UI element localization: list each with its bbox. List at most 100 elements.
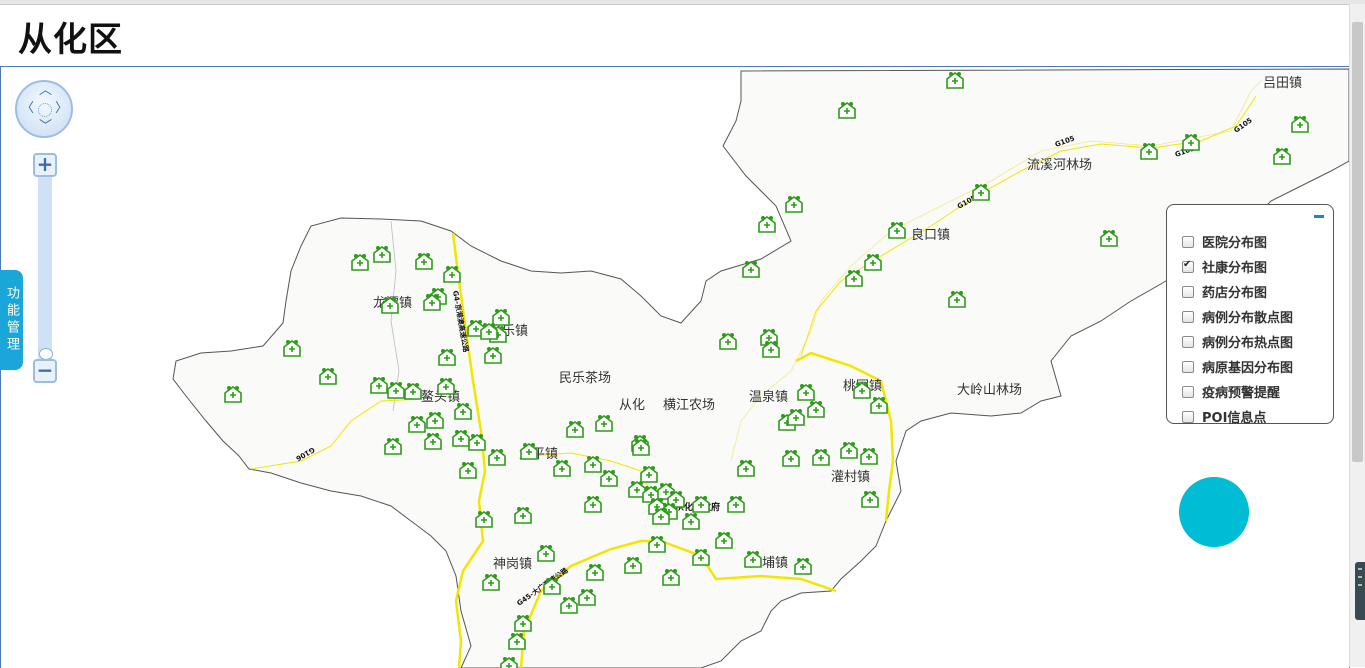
community-health-icon[interactable]	[727, 496, 745, 513]
zoom-slider-track[interactable]	[38, 176, 52, 360]
community-health-icon[interactable]	[514, 507, 532, 524]
community-health-icon[interactable]	[373, 246, 391, 263]
scrollbar-thumb[interactable]	[1352, 22, 1363, 462]
community-health-icon[interactable]	[584, 456, 602, 473]
zoom-in-button[interactable]: +	[33, 153, 57, 177]
community-health-icon[interactable]	[692, 496, 710, 513]
community-health-icon[interactable]	[553, 460, 571, 477]
layer-checkbox[interactable]	[1182, 360, 1194, 373]
community-health-icon[interactable]	[423, 294, 441, 311]
community-health-icon[interactable]	[283, 340, 301, 357]
community-health-icon[interactable]	[861, 491, 879, 508]
community-health-icon[interactable]	[595, 415, 613, 432]
community-health-icon[interactable]	[797, 384, 815, 401]
community-health-icon[interactable]	[845, 270, 863, 287]
community-health-icon[interactable]	[492, 309, 510, 326]
layer-checkbox[interactable]	[1182, 335, 1194, 348]
community-health-icon[interactable]	[624, 557, 642, 574]
community-health-icon[interactable]	[948, 291, 966, 308]
community-health-icon[interactable]	[381, 297, 399, 314]
layer-checkbox[interactable]	[1182, 410, 1194, 423]
community-health-icon[interactable]	[584, 496, 602, 513]
community-health-icon[interactable]	[508, 633, 526, 650]
layer-checkbox[interactable]	[1182, 385, 1194, 398]
layer-item[interactable]: 医院分布图	[1182, 229, 1333, 254]
community-health-icon[interactable]	[870, 397, 888, 414]
community-health-icon[interactable]	[468, 434, 486, 451]
community-health-icon[interactable]	[785, 196, 803, 213]
community-health-icon[interactable]	[812, 449, 830, 466]
layer-item[interactable]: 药店分布图	[1182, 279, 1333, 304]
community-health-icon[interactable]	[1100, 230, 1118, 247]
community-health-icon[interactable]	[351, 254, 369, 271]
floating-action-button[interactable]	[1179, 477, 1249, 547]
function-management-tab[interactable]: 功能管理	[0, 270, 23, 370]
pan-center-icon[interactable]	[38, 103, 52, 117]
community-health-icon[interactable]	[840, 442, 858, 459]
community-health-icon[interactable]	[807, 401, 825, 418]
community-health-icon[interactable]	[480, 323, 498, 340]
community-health-icon[interactable]	[758, 216, 776, 233]
layer-item[interactable]: 病例分布散点图	[1182, 304, 1333, 329]
minus-icon[interactable]	[1314, 215, 1324, 218]
community-health-icon[interactable]	[1182, 134, 1200, 151]
pan-down-icon[interactable]: ﹀	[39, 120, 52, 133]
community-health-icon[interactable]	[600, 470, 618, 487]
community-health-icon[interactable]	[482, 574, 500, 591]
layer-item[interactable]: 疫病预警提醒	[1182, 379, 1333, 404]
community-health-icon[interactable]	[543, 578, 561, 595]
community-health-icon[interactable]	[662, 569, 680, 586]
community-health-icon[interactable]	[632, 439, 650, 456]
community-health-icon[interactable]	[737, 460, 755, 477]
community-health-icon[interactable]	[787, 409, 805, 426]
layer-item[interactable]: 病例分布热点图	[1182, 329, 1333, 354]
community-health-icon[interactable]	[520, 443, 538, 460]
layer-item[interactable]: POI信息点	[1182, 404, 1333, 429]
pan-up-icon[interactable]: ︿	[39, 84, 52, 97]
community-health-icon[interactable]	[452, 430, 470, 447]
layer-checkbox[interactable]	[1182, 310, 1194, 323]
community-health-icon[interactable]	[319, 368, 337, 385]
community-health-icon[interactable]	[415, 253, 433, 270]
community-health-icon[interactable]	[370, 377, 388, 394]
community-health-icon[interactable]	[437, 378, 455, 395]
community-health-icon[interactable]	[566, 421, 584, 438]
community-health-icon[interactable]	[692, 549, 710, 566]
community-health-icon[interactable]	[946, 72, 964, 89]
pan-control[interactable]: ︿ ﹀ 〈 〉	[15, 80, 73, 138]
pan-left-icon[interactable]: 〈	[21, 102, 34, 115]
community-health-icon[interactable]	[404, 383, 422, 400]
community-health-icon[interactable]	[1140, 143, 1158, 160]
community-health-icon[interactable]	[438, 349, 456, 366]
side-widget[interactable]	[1355, 562, 1365, 620]
community-health-icon[interactable]	[719, 333, 737, 350]
zoom-out-button[interactable]: −	[33, 359, 57, 383]
community-health-icon[interactable]	[742, 261, 760, 278]
community-health-icon[interactable]	[514, 615, 532, 632]
community-health-icon[interactable]	[794, 558, 812, 575]
community-health-icon[interactable]	[1273, 148, 1291, 165]
community-health-icon[interactable]	[500, 657, 518, 668]
community-health-icon[interactable]	[782, 450, 800, 467]
community-health-icon[interactable]	[443, 266, 461, 283]
community-health-icon[interactable]	[488, 449, 506, 466]
layer-checkbox[interactable]	[1182, 285, 1194, 298]
pan-right-icon[interactable]: 〉	[55, 102, 68, 115]
community-health-icon[interactable]	[387, 382, 405, 399]
layer-checkbox[interactable]	[1182, 235, 1194, 248]
community-health-icon[interactable]	[484, 347, 502, 364]
community-health-icon[interactable]	[640, 466, 658, 483]
community-health-icon[interactable]	[1291, 116, 1309, 133]
map-canvas[interactable]: G105 G105 G105 G105 G106 G4-京港澳高速公路 G45-…	[1, 67, 1349, 668]
community-health-icon[interactable]	[762, 341, 780, 358]
community-health-icon[interactable]	[972, 184, 990, 201]
community-health-icon[interactable]	[424, 433, 442, 450]
community-health-icon[interactable]	[864, 254, 882, 271]
community-health-icon[interactable]	[454, 403, 472, 420]
community-health-icon[interactable]	[459, 462, 477, 479]
layer-item[interactable]: 社康分布图	[1182, 254, 1333, 279]
community-health-icon[interactable]	[838, 102, 856, 119]
layer-checkbox[interactable]	[1182, 259, 1194, 273]
community-health-icon[interactable]	[578, 589, 596, 606]
community-health-icon[interactable]	[586, 564, 604, 581]
